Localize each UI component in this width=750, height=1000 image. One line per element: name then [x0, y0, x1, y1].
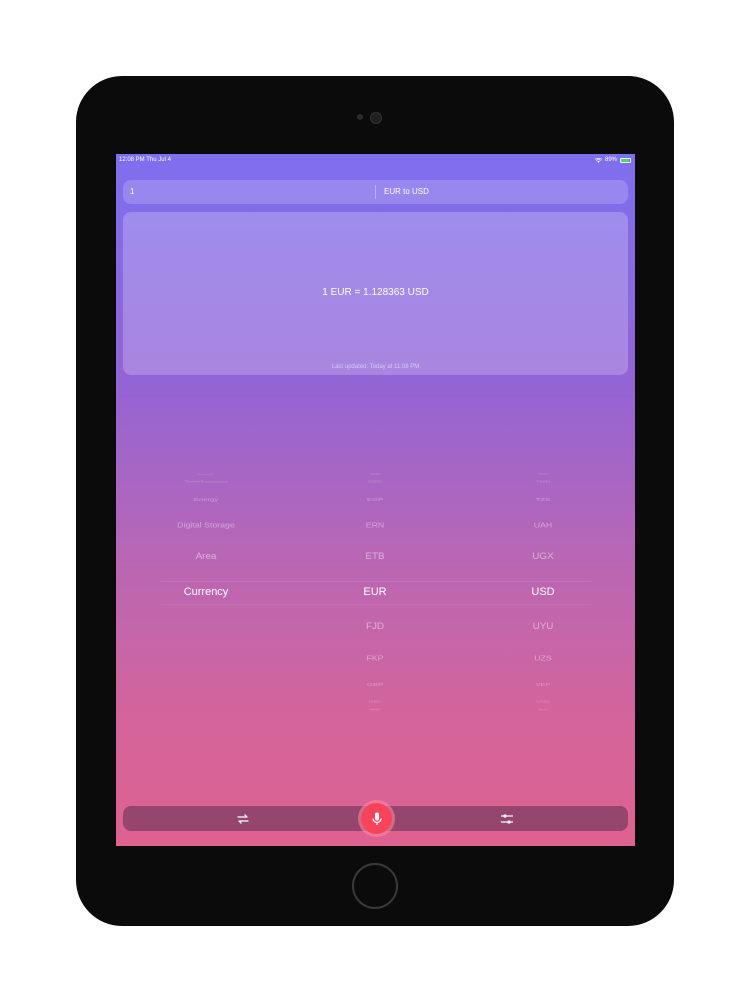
app-screen: 12:08 PM Thu Jul 4 89% EUR to USD 1 EUR …: [116, 154, 635, 846]
wifi-icon: [594, 157, 602, 163]
input-divider: [375, 185, 376, 199]
conversion-input-bar: EUR to USD: [123, 180, 628, 204]
category-option[interactable]: Time/Economy: [146, 481, 266, 483]
front-camera: [370, 112, 382, 124]
status-bar: 12:08 PM Thu Jul 4 89%: [116, 154, 635, 166]
status-date: Thu Jul 4: [146, 157, 171, 163]
microphone-icon: [371, 812, 382, 825]
last-updated-text: Last updated: Today at 11:08 PM: [331, 364, 420, 370]
to-unit-option[interactable]: TZS: [483, 497, 603, 502]
currency-pair-label[interactable]: EUR to USD: [384, 180, 429, 204]
category-option[interactable]: Currency: [146, 586, 266, 598]
to-unit-option[interactable]: UGX: [483, 552, 603, 562]
ambient-sensor: [357, 114, 363, 120]
from-unit-option[interactable]: GGP: [315, 473, 435, 475]
from-unit-option[interactable]: EUR: [315, 586, 435, 598]
battery-icon: [620, 157, 631, 163]
to-unit-option[interactable]: TWD: [483, 481, 603, 483]
from-unit-wheel[interactable]: CUP GGP DZD EGP ERN ETB EUR FJD FKP GBP GEL GGP GHS: [315, 454, 435, 714]
conversion-result: 1 EUR = 1.128363 USD: [322, 287, 429, 298]
microphone-button[interactable]: [361, 803, 392, 834]
from-unit-option[interactable]: GHS: [315, 709, 435, 711]
to-unit-option[interactable]: USD: [483, 586, 603, 598]
sliders-icon: [501, 813, 513, 824]
from-unit-option[interactable]: FKP: [315, 655, 435, 662]
bottom-toolbar: [123, 803, 628, 834]
from-unit-option[interactable]: DZD: [315, 481, 435, 483]
to-unit-option[interactable]: WST: [483, 709, 603, 711]
to-unit-option[interactable]: UYU: [483, 622, 603, 632]
amount-input[interactable]: [130, 180, 370, 204]
from-unit-option[interactable]: ERN: [315, 521, 435, 529]
category-option[interactable]: Area: [146, 552, 266, 562]
status-time: 12:08 PM: [119, 157, 145, 163]
category-option[interactable]: Digital Storage: [146, 521, 266, 529]
to-unit-wheel[interactable]: TTD TVD TWD TZS UAH UGX USD UYU UZS VEF VND VUV WST: [483, 454, 603, 714]
from-unit-option[interactable]: FJD: [315, 622, 435, 632]
to-unit-option[interactable]: UZS: [483, 655, 603, 662]
to-unit-option[interactable]: TVD: [483, 473, 603, 475]
category-option[interactable]: Energy: [146, 497, 266, 502]
to-unit-option[interactable]: VND: [483, 701, 603, 703]
ipad-device-frame: 12:08 PM Thu Jul 4 89% EUR to USD 1 EUR …: [76, 76, 674, 926]
result-card: 1 EUR = 1.128363 USD Last updated: Today…: [123, 212, 628, 375]
to-unit-option[interactable]: UAH: [483, 521, 603, 529]
category-option[interactable]: Length: [146, 473, 266, 475]
from-unit-option[interactable]: ETB: [315, 552, 435, 562]
to-unit-option[interactable]: VEF: [483, 682, 603, 687]
from-unit-option[interactable]: GBP: [315, 682, 435, 687]
home-button[interactable]: [352, 863, 398, 909]
battery-percent: 89%: [604, 157, 617, 163]
swap-arrows-icon: [237, 813, 249, 824]
swap-button[interactable]: [231, 806, 255, 831]
category-wheel[interactable]: Length Time/Economy Energy Digital Storage A…: [146, 454, 266, 714]
from-unit-option[interactable]: GEL: [315, 701, 435, 703]
from-unit-option[interactable]: EGP: [315, 497, 435, 502]
settings-button[interactable]: [495, 806, 519, 831]
unit-picker[interactable]: Length Time/Economy Energy Digital Storage A…: [116, 454, 635, 714]
